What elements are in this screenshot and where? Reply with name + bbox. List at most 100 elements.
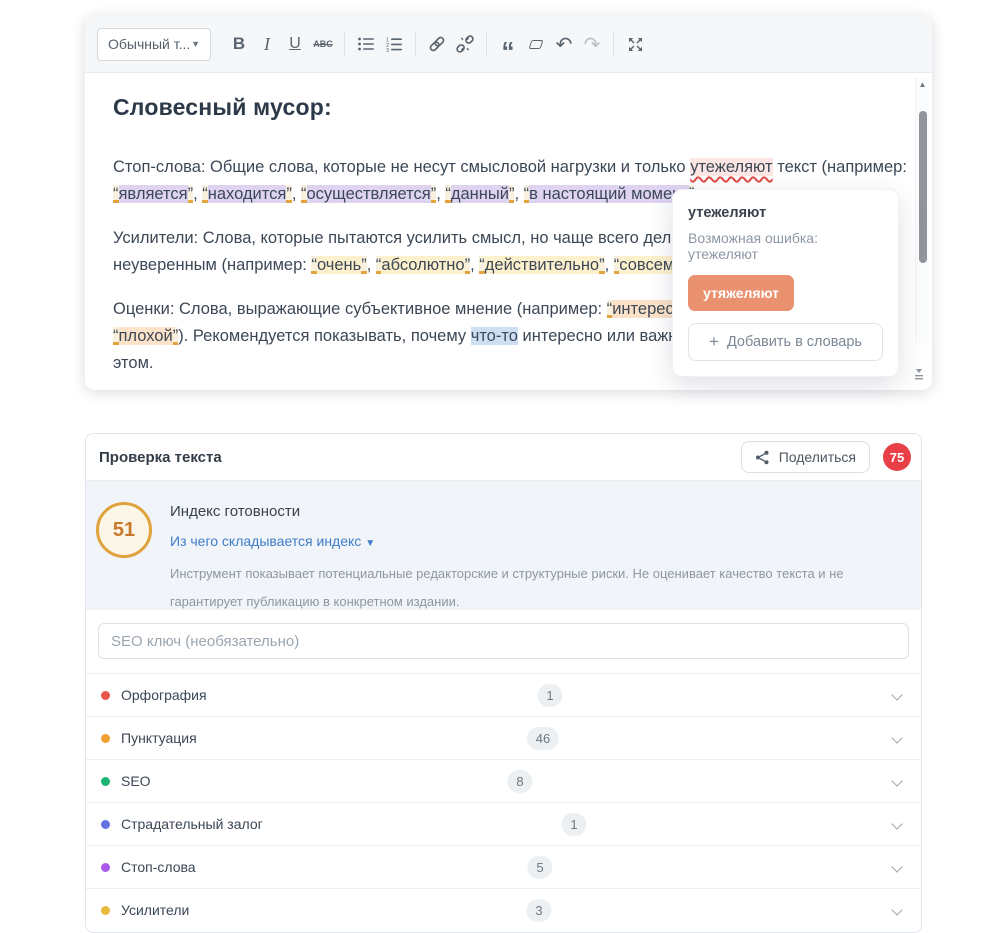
category-dot-icon bbox=[101, 691, 110, 700]
plain-text: , bbox=[367, 256, 376, 274]
plain-text: интересно или важно, bbox=[518, 327, 691, 345]
spellcheck-popup: утежеляют Возможная ошибка: утежеляют ут… bbox=[672, 189, 899, 377]
quote-mark[interactable]: “ bbox=[202, 185, 208, 203]
category-row[interactable]: Стоп-слова 5 bbox=[86, 845, 921, 888]
popup-word: утежеляют bbox=[688, 205, 883, 221]
category-count-badge: 3 bbox=[526, 899, 551, 922]
intensifier-highlight[interactable]: действительно bbox=[485, 256, 599, 274]
stop-word-highlight[interactable]: в настоящий момент bbox=[529, 185, 689, 203]
quote-mark[interactable]: “ bbox=[113, 327, 119, 345]
paragraph-style-dropdown[interactable]: Обычный т... ▼ bbox=[97, 28, 211, 61]
category-count-badge: 5 bbox=[527, 856, 552, 879]
share-button[interactable]: Поделиться bbox=[741, 441, 870, 473]
category-count-badge: 8 bbox=[507, 770, 532, 793]
check-panel-header: Проверка текста Поделиться 75 bbox=[86, 434, 921, 481]
plain-text: ). Рекомендуется показывать, почему bbox=[178, 327, 471, 345]
numbered-list-icon[interactable]: 123 bbox=[380, 27, 408, 61]
evaluation-highlight[interactable]: плохой bbox=[119, 327, 173, 345]
editor-toolbar: Обычный т... ▼ BIUABC 123 “ ↶↷ bbox=[85, 16, 932, 73]
blockquote-icon[interactable]: “ bbox=[494, 27, 522, 61]
undo-icon[interactable]: ↶ bbox=[550, 27, 578, 61]
plain-text: , bbox=[514, 185, 523, 203]
stop-word-highlight[interactable]: осуществляется bbox=[307, 185, 431, 203]
category-dot-icon bbox=[101, 734, 110, 743]
text-line: Стоп-слова: Общие слова, которые не несу… bbox=[113, 154, 904, 181]
chevron-down-icon[interactable] bbox=[891, 689, 902, 700]
add-to-dictionary-button[interactable]: + Добавить в словарь bbox=[688, 323, 883, 361]
scroll-up-icon[interactable]: ▲ bbox=[916, 80, 929, 89]
score-badge[interactable]: 75 bbox=[883, 443, 911, 471]
plain-text: , bbox=[605, 256, 614, 274]
unlink-icon[interactable] bbox=[451, 27, 479, 61]
category-dot-icon bbox=[101, 820, 110, 829]
intensifier-highlight[interactable]: совсем bbox=[619, 256, 674, 274]
stop-word-highlight[interactable]: данный bbox=[451, 185, 509, 203]
chevron-down-icon[interactable] bbox=[891, 818, 902, 829]
toolbar-separator bbox=[415, 32, 416, 56]
popup-hint: Возможная ошибка: утежеляют bbox=[688, 230, 883, 262]
category-row[interactable]: Страдательный залог1 bbox=[86, 802, 921, 845]
chevron-down-icon[interactable] bbox=[891, 732, 902, 743]
chevron-down-icon[interactable] bbox=[891, 861, 902, 872]
category-count-badge: 46 bbox=[527, 727, 559, 750]
editor-resize-handle[interactable] bbox=[912, 368, 926, 386]
check-panel: Проверка текста Поделиться 75 bbox=[85, 433, 922, 933]
link-icon[interactable] bbox=[423, 27, 451, 61]
chevron-down-icon: ▼ bbox=[365, 538, 375, 549]
index-description: Инструмент показывает потенциальные реда… bbox=[170, 560, 897, 616]
chevron-down-icon[interactable] bbox=[891, 775, 902, 786]
bullet-list-icon[interactable] bbox=[352, 27, 380, 61]
category-row[interactable]: Орфография1 bbox=[86, 673, 921, 716]
chevron-down-icon[interactable] bbox=[891, 904, 902, 915]
intensifier-highlight[interactable]: очень bbox=[317, 256, 361, 274]
category-label: Орфография bbox=[121, 687, 207, 703]
quote-mark[interactable]: “ bbox=[301, 185, 307, 203]
style-dropdown-label: Обычный т... bbox=[108, 36, 190, 52]
toolbar-separator bbox=[613, 32, 614, 56]
bold-icon[interactable]: B bbox=[225, 27, 253, 61]
category-row[interactable]: Усилители 3 bbox=[86, 888, 921, 931]
redo-icon[interactable]: ↷ bbox=[578, 27, 606, 61]
misspelled-word[interactable]: утежеляют bbox=[690, 158, 772, 176]
scrollbar-thumb[interactable] bbox=[919, 111, 927, 263]
italic-icon[interactable]: I bbox=[253, 27, 281, 61]
term-highlight[interactable]: что-то bbox=[471, 327, 518, 345]
add-to-dictionary-label: Добавить в словарь bbox=[727, 334, 862, 350]
category-row[interactable]: SEO8 bbox=[86, 759, 921, 802]
stop-word-highlight[interactable]: находится bbox=[208, 185, 287, 203]
plain-text: Усилители: Слова, которые пытаются усили… bbox=[113, 229, 700, 247]
plain-text: неуверенным (например: bbox=[113, 256, 311, 274]
intensifier-highlight[interactable]: абсолютно bbox=[381, 256, 464, 274]
underline-icon[interactable]: U bbox=[281, 27, 309, 61]
suggestion-button[interactable]: утяжеляют bbox=[688, 275, 794, 311]
index-details-link[interactable]: Из чего складывается индекс ▼ bbox=[170, 533, 375, 549]
fullscreen-icon[interactable] bbox=[621, 27, 649, 61]
share-button-label: Поделиться bbox=[779, 449, 856, 465]
strikethrough-icon[interactable]: ABC bbox=[309, 27, 337, 61]
plain-text: этом. bbox=[113, 354, 154, 372]
quote-mark[interactable]: “ bbox=[113, 185, 119, 203]
seo-key-input[interactable] bbox=[98, 623, 909, 659]
category-dot-icon bbox=[101, 906, 110, 915]
toolbar-separator bbox=[486, 32, 487, 56]
svg-text:3: 3 bbox=[386, 48, 389, 52]
plain-text: Стоп-слова: Общие слова, которые не несу… bbox=[113, 158, 690, 176]
readiness-index-title: Индекс готовности bbox=[170, 503, 897, 520]
category-label: Усилители bbox=[121, 902, 189, 918]
quote-mark[interactable]: “ bbox=[479, 256, 485, 274]
category-label: Стоп-слова bbox=[121, 859, 196, 875]
category-list: Орфография1 Пунктуация 46 SEO8Страдательный… bbox=[86, 673, 921, 931]
plain-text: , bbox=[292, 185, 301, 203]
plus-icon: + bbox=[709, 337, 719, 347]
panel-title: Проверка текста bbox=[99, 449, 222, 466]
seo-key-section bbox=[86, 610, 921, 673]
category-row[interactable]: Пунктуация 46 bbox=[86, 716, 921, 759]
toolbar-buttons: BIUABC 123 “ ↶↷ bbox=[225, 27, 649, 61]
stop-word-highlight[interactable]: является bbox=[119, 185, 188, 203]
plain-text: , bbox=[470, 256, 479, 274]
category-label: Пунктуация bbox=[121, 730, 197, 746]
readiness-index-section: 51 Индекс готовности Из чего складываетс… bbox=[86, 481, 921, 610]
eraser-icon[interactable] bbox=[522, 27, 550, 61]
category-dot-icon bbox=[101, 777, 110, 786]
editor-scrollbar[interactable]: ▲ bbox=[915, 77, 929, 343]
